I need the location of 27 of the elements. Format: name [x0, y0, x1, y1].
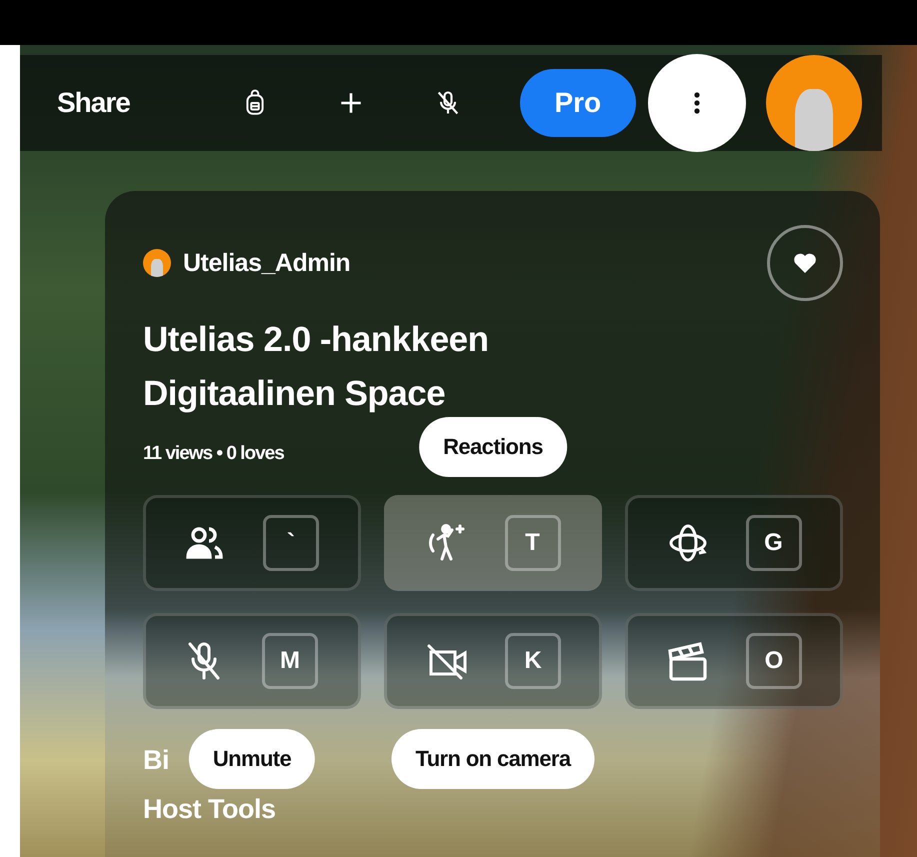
- mic-off-button[interactable]: M: [143, 613, 361, 709]
- space-stats: 11 views • 0 loves: [143, 443, 284, 465]
- tooltip: Reactions: [419, 417, 567, 477]
- heart-icon: [793, 252, 817, 274]
- love-button[interactable]: [767, 225, 843, 301]
- microphone-off-icon: [186, 641, 222, 681]
- more-icon: [694, 92, 700, 114]
- orbit-icon: [666, 522, 708, 564]
- camera-off-icon: [425, 642, 469, 680]
- orbit-button[interactable]: G: [625, 495, 843, 591]
- camera-off-button[interactable]: K: [384, 613, 602, 709]
- shortcut-key: `: [263, 515, 319, 571]
- share-link[interactable]: Share: [57, 87, 130, 119]
- people-icon: [185, 525, 225, 561]
- tooltip: Unmute: [188, 729, 316, 789]
- shortcut-key: M: [262, 633, 318, 689]
- clapper-button[interactable]: O: [625, 613, 843, 709]
- people-button[interactable]: `: [143, 495, 361, 591]
- reactions-button[interactable]: T: [384, 495, 602, 591]
- shortcut-key: K: [505, 633, 561, 689]
- pro-button[interactable]: Pro: [520, 69, 636, 137]
- shortcut-key: T: [504, 515, 560, 571]
- space-title: Utelias 2.0 -hankkeen Digitaalinen Space: [143, 319, 490, 415]
- shortcut-key: O: [746, 633, 802, 689]
- tooltip: Turn on camera: [392, 729, 594, 789]
- shortcut-key: G: [746, 515, 802, 571]
- author-name[interactable]: Utelias_Admin: [183, 248, 350, 278]
